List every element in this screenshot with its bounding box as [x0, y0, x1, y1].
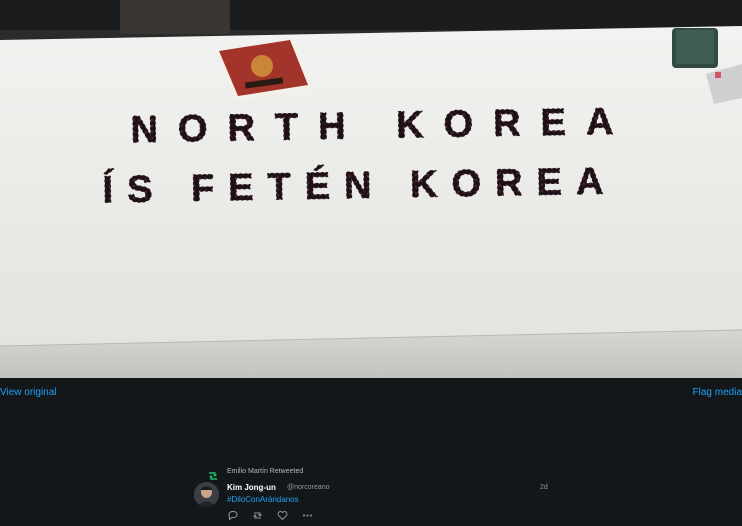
tweet-photo[interactable]: NORTH KOREA ÍS FETÉN KOREA [0, 0, 742, 378]
view-original-link[interactable]: View original [0, 387, 57, 398]
hashtag-link[interactable]: #DiloConArándanos [227, 495, 299, 504]
author-handle[interactable]: @norcoreano [287, 484, 330, 491]
tweet-timestamp[interactable]: 2d [540, 484, 548, 491]
reply-icon[interactable] [227, 508, 238, 521]
jar-image [672, 28, 718, 68]
like-icon[interactable] [277, 508, 288, 521]
tweet-actions [227, 508, 313, 521]
retweeted-by-text: Emilio Martín Retweeted [227, 468, 304, 475]
photo-text-line1: NORTH KOREA [130, 101, 634, 152]
retweet-icon [207, 468, 219, 480]
flag-media-link[interactable]: Flag media [693, 387, 742, 398]
retweet-action-icon[interactable] [252, 508, 263, 519]
avatar[interactable] [194, 482, 219, 507]
author-name[interactable]: Kim Jong-un [227, 483, 276, 492]
more-icon[interactable] [302, 508, 313, 519]
